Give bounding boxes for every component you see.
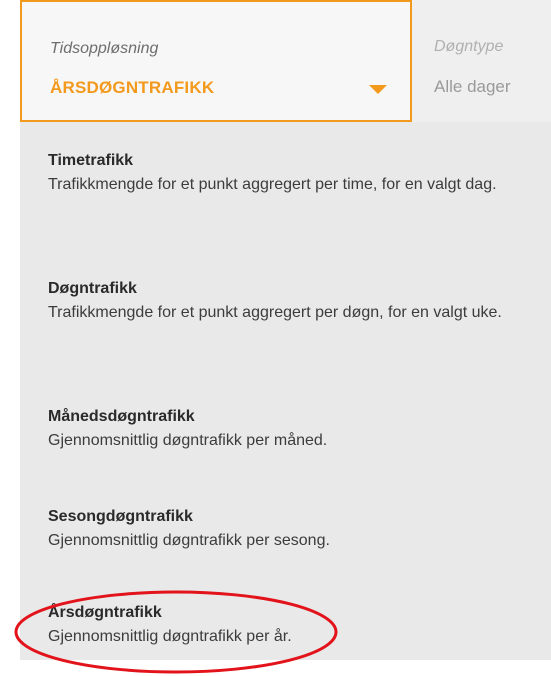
option-description: Gjennomsnittlig døgntrafikk per sesong. xyxy=(48,532,330,549)
option-title: Døgntrafikk xyxy=(48,280,137,297)
option-timetrafikk[interactable]: Timetrafikk Trafikkmengde for et punkt a… xyxy=(48,150,538,198)
time-resolution-value: ÅRSDØGNTRAFIKK xyxy=(50,78,215,97)
option-description: Gjennomsnittlig døgntrafikk per år. xyxy=(48,628,292,645)
caret-down-icon[interactable] xyxy=(369,85,387,94)
option-title: Sesongdøgntrafikk xyxy=(48,508,193,525)
day-type-value: Alle dager xyxy=(434,77,511,96)
option-title: Årsdøgntrafikk xyxy=(48,604,162,621)
time-resolution-select[interactable]: Tidsoppløsning ÅRSDØGNTRAFIKK xyxy=(20,0,412,122)
option-description: Gjennomsnittlig døgntrafikk per måned. xyxy=(48,432,328,449)
option-title: Månedsdøgntrafikk xyxy=(48,408,195,425)
day-type-select[interactable]: Døgntype Alle dager xyxy=(412,0,551,122)
option-sesongdogntrafikk[interactable]: Sesongdøgntrafikk Gjennomsnittlig døgntr… xyxy=(48,506,538,554)
option-description: Trafikkmengde for et punkt aggregert per… xyxy=(48,176,497,193)
day-type-label: Døgntype xyxy=(434,38,504,55)
option-arsdogntrafikk[interactable]: Årsdøgntrafikk Gjennomsnittlig døgntrafi… xyxy=(48,602,538,650)
screenshot-frame: Tidsoppløsning ÅRSDØGNTRAFIKK Døgntype A… xyxy=(0,0,551,674)
option-manedsdogntrafikk[interactable]: Månedsdøgntrafikk Gjennomsnittlig døgntr… xyxy=(48,406,538,454)
time-resolution-label: Tidsoppløsning xyxy=(50,40,159,57)
option-description: Trafikkmengde for et punkt aggregert per… xyxy=(48,304,502,321)
option-title: Timetrafikk xyxy=(48,152,134,169)
time-resolution-dropdown: Timetrafikk Trafikkmengde for et punkt a… xyxy=(20,122,551,660)
option-dogntrafikk[interactable]: Døgntrafikk Trafikkmengde for et punkt a… xyxy=(48,278,538,326)
